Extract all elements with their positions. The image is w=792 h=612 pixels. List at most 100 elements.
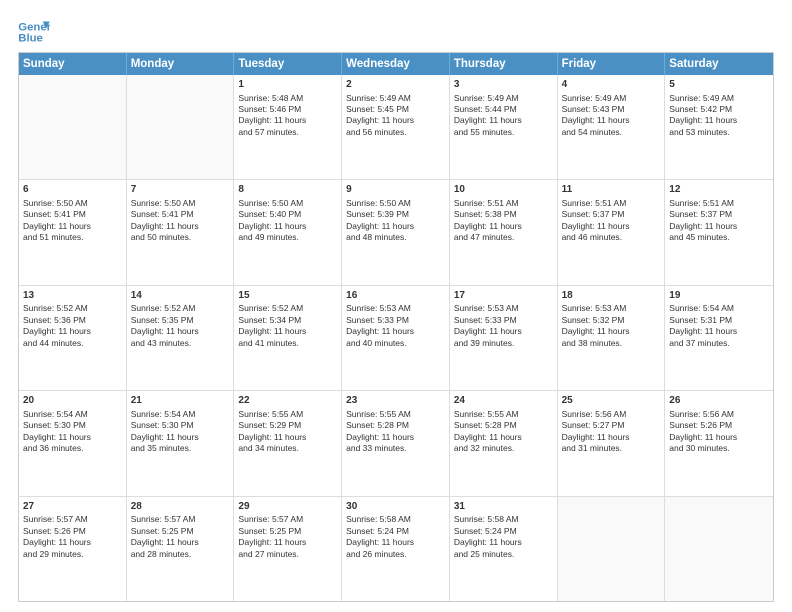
cell-details: Sunrise: 5:49 AMSunset: 5:42 PMDaylight:… <box>669 93 769 139</box>
header-day: Thursday <box>450 53 558 75</box>
day-number: 10 <box>454 183 553 197</box>
day-number: 9 <box>346 183 445 197</box>
day-number: 8 <box>238 183 337 197</box>
day-number: 12 <box>669 183 769 197</box>
svg-text:Blue: Blue <box>18 33 43 45</box>
cell-details: Sunrise: 5:53 AMSunset: 5:33 PMDaylight:… <box>454 303 553 349</box>
day-number: 20 <box>23 394 122 408</box>
cell-details: Sunrise: 5:53 AMSunset: 5:33 PMDaylight:… <box>346 303 445 349</box>
cell-details: Sunrise: 5:57 AMSunset: 5:26 PMDaylight:… <box>23 514 122 560</box>
day-number: 15 <box>238 289 337 303</box>
day-number: 19 <box>669 289 769 303</box>
calendar-body: 1Sunrise: 5:48 AMSunset: 5:46 PMDaylight… <box>19 75 773 601</box>
calendar-cell: 15Sunrise: 5:52 AMSunset: 5:34 PMDayligh… <box>234 286 342 390</box>
cell-details: Sunrise: 5:51 AMSunset: 5:37 PMDaylight:… <box>562 198 661 244</box>
day-number: 28 <box>131 500 230 514</box>
header-day: Monday <box>127 53 235 75</box>
day-number: 4 <box>562 78 661 92</box>
calendar-cell: 18Sunrise: 5:53 AMSunset: 5:32 PMDayligh… <box>558 286 666 390</box>
day-number: 24 <box>454 394 553 408</box>
calendar-cell: 13Sunrise: 5:52 AMSunset: 5:36 PMDayligh… <box>19 286 127 390</box>
calendar-row: 1Sunrise: 5:48 AMSunset: 5:46 PMDaylight… <box>19 75 773 179</box>
header: General Blue <box>18 18 774 46</box>
calendar-cell: 7Sunrise: 5:50 AMSunset: 5:41 PMDaylight… <box>127 180 235 284</box>
calendar-row: 13Sunrise: 5:52 AMSunset: 5:36 PMDayligh… <box>19 285 773 390</box>
calendar-cell: 14Sunrise: 5:52 AMSunset: 5:35 PMDayligh… <box>127 286 235 390</box>
cell-details: Sunrise: 5:50 AMSunset: 5:41 PMDaylight:… <box>23 198 122 244</box>
cell-details: Sunrise: 5:52 AMSunset: 5:36 PMDaylight:… <box>23 303 122 349</box>
cell-details: Sunrise: 5:49 AMSunset: 5:45 PMDaylight:… <box>346 93 445 139</box>
cell-details: Sunrise: 5:53 AMSunset: 5:32 PMDaylight:… <box>562 303 661 349</box>
cell-details: Sunrise: 5:50 AMSunset: 5:40 PMDaylight:… <box>238 198 337 244</box>
cell-details: Sunrise: 5:55 AMSunset: 5:28 PMDaylight:… <box>346 409 445 455</box>
calendar-cell <box>19 75 127 179</box>
calendar-cell <box>665 497 773 601</box>
calendar-cell: 17Sunrise: 5:53 AMSunset: 5:33 PMDayligh… <box>450 286 558 390</box>
cell-details: Sunrise: 5:58 AMSunset: 5:24 PMDaylight:… <box>346 514 445 560</box>
calendar-cell: 3Sunrise: 5:49 AMSunset: 5:44 PMDaylight… <box>450 75 558 179</box>
calendar-cell: 16Sunrise: 5:53 AMSunset: 5:33 PMDayligh… <box>342 286 450 390</box>
calendar-row: 6Sunrise: 5:50 AMSunset: 5:41 PMDaylight… <box>19 179 773 284</box>
calendar-cell: 23Sunrise: 5:55 AMSunset: 5:28 PMDayligh… <box>342 391 450 495</box>
calendar-cell: 10Sunrise: 5:51 AMSunset: 5:38 PMDayligh… <box>450 180 558 284</box>
day-number: 27 <box>23 500 122 514</box>
calendar-cell <box>558 497 666 601</box>
calendar-cell: 2Sunrise: 5:49 AMSunset: 5:45 PMDaylight… <box>342 75 450 179</box>
day-number: 26 <box>669 394 769 408</box>
calendar-cell: 26Sunrise: 5:56 AMSunset: 5:26 PMDayligh… <box>665 391 773 495</box>
cell-details: Sunrise: 5:48 AMSunset: 5:46 PMDaylight:… <box>238 93 337 139</box>
cell-details: Sunrise: 5:58 AMSunset: 5:24 PMDaylight:… <box>454 514 553 560</box>
day-number: 2 <box>346 78 445 92</box>
day-number: 7 <box>131 183 230 197</box>
calendar-cell: 27Sunrise: 5:57 AMSunset: 5:26 PMDayligh… <box>19 497 127 601</box>
day-number: 25 <box>562 394 661 408</box>
day-number: 18 <box>562 289 661 303</box>
cell-details: Sunrise: 5:54 AMSunset: 5:30 PMDaylight:… <box>131 409 230 455</box>
cell-details: Sunrise: 5:56 AMSunset: 5:27 PMDaylight:… <box>562 409 661 455</box>
day-number: 6 <box>23 183 122 197</box>
header-day: Sunday <box>19 53 127 75</box>
calendar-cell: 20Sunrise: 5:54 AMSunset: 5:30 PMDayligh… <box>19 391 127 495</box>
cell-details: Sunrise: 5:56 AMSunset: 5:26 PMDaylight:… <box>669 409 769 455</box>
day-number: 5 <box>669 78 769 92</box>
logo: General Blue <box>18 18 50 46</box>
calendar-cell: 25Sunrise: 5:56 AMSunset: 5:27 PMDayligh… <box>558 391 666 495</box>
calendar-cell: 30Sunrise: 5:58 AMSunset: 5:24 PMDayligh… <box>342 497 450 601</box>
cell-details: Sunrise: 5:57 AMSunset: 5:25 PMDaylight:… <box>238 514 337 560</box>
calendar-cell: 1Sunrise: 5:48 AMSunset: 5:46 PMDaylight… <box>234 75 342 179</box>
calendar-cell: 11Sunrise: 5:51 AMSunset: 5:37 PMDayligh… <box>558 180 666 284</box>
logo-icon: General Blue <box>18 18 50 46</box>
calendar-cell: 12Sunrise: 5:51 AMSunset: 5:37 PMDayligh… <box>665 180 773 284</box>
cell-details: Sunrise: 5:54 AMSunset: 5:30 PMDaylight:… <box>23 409 122 455</box>
header-day: Friday <box>558 53 666 75</box>
calendar-row: 27Sunrise: 5:57 AMSunset: 5:26 PMDayligh… <box>19 496 773 601</box>
header-day: Saturday <box>665 53 773 75</box>
calendar-cell: 31Sunrise: 5:58 AMSunset: 5:24 PMDayligh… <box>450 497 558 601</box>
header-day: Wednesday <box>342 53 450 75</box>
cell-details: Sunrise: 5:51 AMSunset: 5:37 PMDaylight:… <box>669 198 769 244</box>
cell-details: Sunrise: 5:57 AMSunset: 5:25 PMDaylight:… <box>131 514 230 560</box>
page: General Blue SundayMondayTuesdayWednesda… <box>0 0 792 612</box>
day-number: 13 <box>23 289 122 303</box>
day-number: 3 <box>454 78 553 92</box>
day-number: 16 <box>346 289 445 303</box>
calendar-cell: 29Sunrise: 5:57 AMSunset: 5:25 PMDayligh… <box>234 497 342 601</box>
cell-details: Sunrise: 5:51 AMSunset: 5:38 PMDaylight:… <box>454 198 553 244</box>
cell-details: Sunrise: 5:54 AMSunset: 5:31 PMDaylight:… <box>669 303 769 349</box>
day-number: 14 <box>131 289 230 303</box>
calendar-cell: 22Sunrise: 5:55 AMSunset: 5:29 PMDayligh… <box>234 391 342 495</box>
day-number: 17 <box>454 289 553 303</box>
cell-details: Sunrise: 5:55 AMSunset: 5:29 PMDaylight:… <box>238 409 337 455</box>
day-number: 21 <box>131 394 230 408</box>
cell-details: Sunrise: 5:52 AMSunset: 5:35 PMDaylight:… <box>131 303 230 349</box>
day-number: 22 <box>238 394 337 408</box>
cell-details: Sunrise: 5:50 AMSunset: 5:41 PMDaylight:… <box>131 198 230 244</box>
cell-details: Sunrise: 5:49 AMSunset: 5:44 PMDaylight:… <box>454 93 553 139</box>
calendar-cell: 21Sunrise: 5:54 AMSunset: 5:30 PMDayligh… <box>127 391 235 495</box>
calendar-cell: 28Sunrise: 5:57 AMSunset: 5:25 PMDayligh… <box>127 497 235 601</box>
header-day: Tuesday <box>234 53 342 75</box>
calendar-cell: 6Sunrise: 5:50 AMSunset: 5:41 PMDaylight… <box>19 180 127 284</box>
calendar-header: SundayMondayTuesdayWednesdayThursdayFrid… <box>19 53 773 75</box>
calendar-cell: 8Sunrise: 5:50 AMSunset: 5:40 PMDaylight… <box>234 180 342 284</box>
day-number: 23 <box>346 394 445 408</box>
